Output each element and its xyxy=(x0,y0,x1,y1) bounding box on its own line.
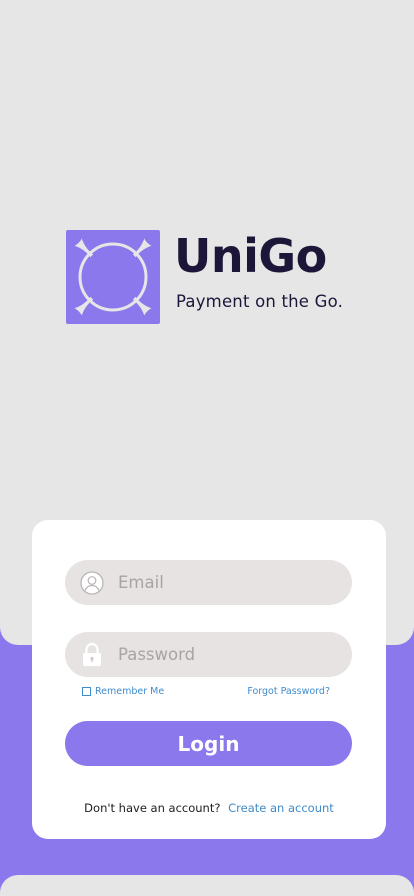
login-button[interactable]: Login xyxy=(65,721,352,766)
bottom-panel xyxy=(0,875,414,896)
email-field[interactable] xyxy=(65,560,352,605)
brand-name: UniGo xyxy=(174,229,327,283)
brand-tagline: Payment on the Go. xyxy=(176,292,344,311)
remember-me-checkbox[interactable] xyxy=(82,687,91,696)
remember-me-toggle[interactable]: Remember Me xyxy=(82,686,164,697)
signup-prompt-row: Don't have an account? Create an account xyxy=(32,801,386,815)
lock-icon xyxy=(80,642,104,667)
user-icon xyxy=(80,570,104,595)
password-input[interactable] xyxy=(118,645,338,664)
forgot-password-link[interactable]: Forgot Password? xyxy=(247,686,330,697)
signup-prompt: Don't have an account? xyxy=(84,801,221,815)
email-input[interactable] xyxy=(118,573,338,592)
login-card: Remember Me Forgot Password? Login Don't… xyxy=(32,520,386,839)
remember-me-label: Remember Me xyxy=(95,686,165,697)
password-field[interactable] xyxy=(65,632,352,677)
create-account-link[interactable]: Create an account xyxy=(228,801,334,815)
brand-logo: UniGo Payment on the Go. xyxy=(66,229,356,325)
unigo-logo-icon xyxy=(66,230,160,324)
